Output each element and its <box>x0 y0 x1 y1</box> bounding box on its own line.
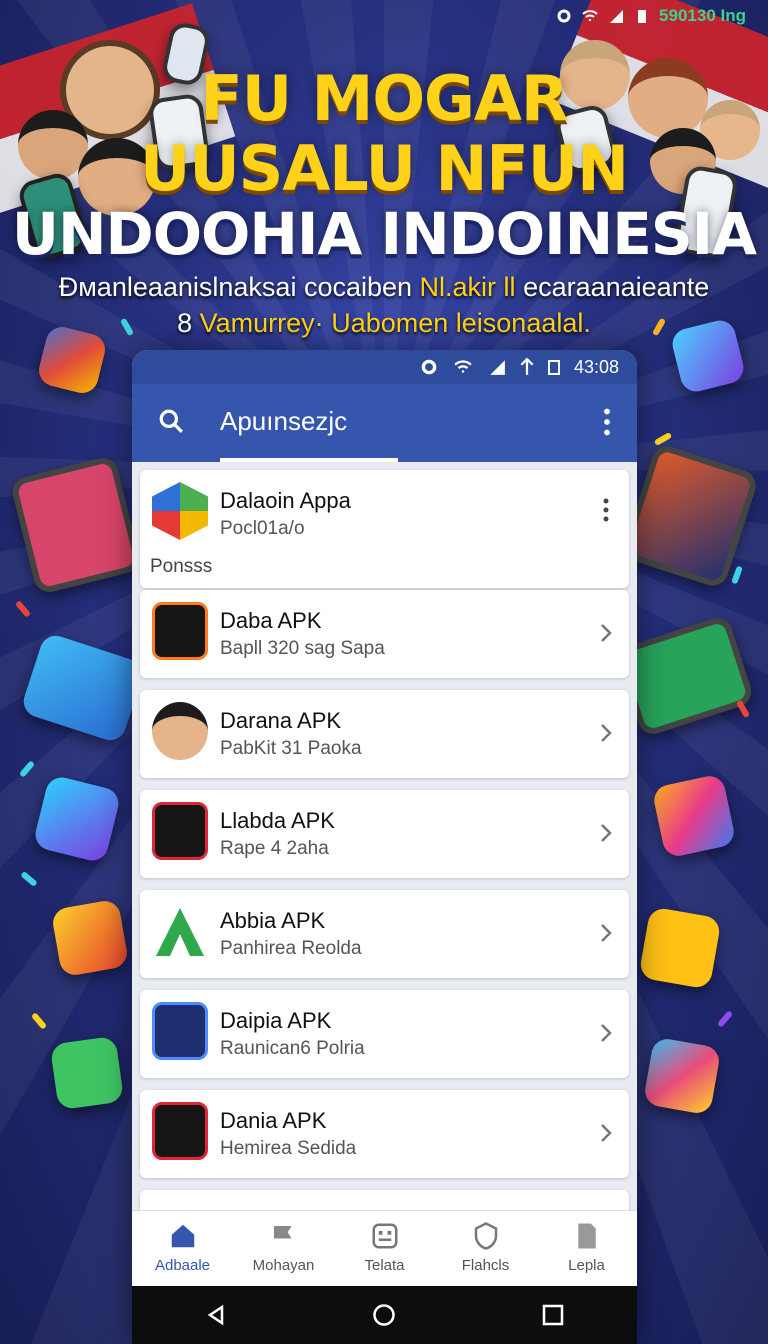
nav-item-2[interactable]: Mohayan <box>233 1211 334 1286</box>
bottom-navigation: Adbaale Mohayan Telata Flahcls Lepla <box>132 1210 637 1286</box>
phone-time: 43:08 <box>573 356 619 377</box>
device-time: 590130 Ing <box>659 6 746 25</box>
floating-app-icon <box>50 898 130 978</box>
app-icon-avatar <box>152 702 208 760</box>
app-icon <box>152 802 208 860</box>
list-item[interactable]: Daba APK Bapll 320 sag Sapa <box>140 590 629 678</box>
signal-icon <box>490 360 505 375</box>
battery-icon <box>638 10 647 23</box>
app-meta: Bapll 320 sag Sapa <box>220 638 385 659</box>
app-icon-green-a <box>156 908 204 956</box>
nav-label: Telata <box>364 1257 405 1274</box>
app-name: Dania APK <box>220 1108 327 1133</box>
list-item[interactable]: Dania APK Hemirea Sedida <box>140 1090 629 1178</box>
chevron-right-icon <box>601 1124 612 1142</box>
app-name: Darana APK <box>220 708 342 733</box>
app-name: Dalaoin Appa <box>220 488 351 513</box>
nav-item-3[interactable]: Telata <box>334 1211 435 1286</box>
shield-icon <box>474 1222 497 1250</box>
search-icon[interactable] <box>158 408 184 434</box>
app-bar: Apuınsezjc <box>132 384 637 462</box>
app-meta: PabKit 31 Paoka <box>220 738 362 759</box>
phone-status-bar: 43:08 <box>132 350 637 384</box>
nav-label: Flahcls <box>461 1257 510 1274</box>
nav-label: Adbaale <box>154 1257 211 1274</box>
app-name: Llabda APK <box>220 808 335 833</box>
app-bar-title: Apuınsezjc <box>220 406 348 436</box>
app-meta: Pocl01a/o <box>220 518 305 539</box>
nav-item-5[interactable]: Lepla <box>536 1211 637 1286</box>
app-icon <box>152 1002 208 1060</box>
grid-icon <box>372 1223 397 1249</box>
settings-icon <box>557 9 571 23</box>
hero-title-line3: UNDOOHIA INDOINESIA <box>11 200 757 268</box>
hero-title-line2: UUSALU NFUN <box>139 132 629 205</box>
floating-app-icon <box>651 773 737 859</box>
device-status-bar: 590130 Ing <box>555 6 746 26</box>
hero-title-line1: FU MOGAR <box>200 62 568 135</box>
floating-app-icon <box>642 1036 722 1116</box>
app-icon <box>152 602 208 660</box>
app-meta: Raunican6 Polria <box>220 1038 365 1059</box>
tab-indicator <box>220 458 398 462</box>
wifi-icon <box>454 360 472 373</box>
settings-icon <box>421 359 437 375</box>
list-item[interactable]: Daipia APK Raunican6 Polria <box>140 990 629 1078</box>
app-meta: Hemirea Sedida <box>220 1138 357 1159</box>
chevron-right-icon <box>601 824 612 842</box>
nav-item-4[interactable]: Flahcls <box>435 1211 536 1286</box>
file-icon <box>577 1223 596 1249</box>
more-vert-icon[interactable] <box>603 498 609 522</box>
home-icon <box>171 1224 194 1248</box>
app-extra: Ponsss <box>150 556 213 577</box>
list-item[interactable]: Abbia APK Panhirea Reolda <box>140 890 629 978</box>
list-item[interactable]: Llabda APK Rape 4 2aha <box>140 790 629 878</box>
wifi-icon <box>582 10 598 21</box>
chevron-right-icon <box>601 924 612 942</box>
app-name: Daba APK <box>220 608 322 633</box>
signal-icon <box>610 10 624 23</box>
chevron-right-icon <box>601 624 612 642</box>
list-item[interactable]: Dalaoin Appa Pocl01a/o Ponsss <box>140 470 629 588</box>
chevron-right-icon <box>601 724 612 742</box>
app-name: Daipia APK <box>220 1008 332 1033</box>
app-meta: Rape 4 2aha <box>220 838 329 859</box>
app-icon-hexagon <box>152 482 208 540</box>
chevron-right-icon <box>601 1024 612 1042</box>
floating-app-icon <box>638 906 722 990</box>
battery-icon <box>547 360 560 375</box>
hero-subtitle-1: Đмanleaanislnaksai cocaiben Nl.akir ll e… <box>58 272 710 302</box>
app-meta: Panhirea Reolda <box>220 938 362 959</box>
nav-label: Lepla <box>568 1257 605 1274</box>
floating-app-icon <box>49 1035 125 1111</box>
arrow-up-icon <box>520 358 534 375</box>
app-name: Abbia APK <box>220 908 326 933</box>
recents-icon[interactable] <box>542 1304 564 1326</box>
home-circle-icon[interactable] <box>372 1303 396 1327</box>
phone-screen: 43:08 Apuınsezjc Dalaoin Appa Pocl01a/o … <box>132 350 637 1344</box>
nav-item-home[interactable]: Adbaale <box>132 1211 233 1286</box>
more-vert-icon[interactable] <box>603 408 611 436</box>
system-navigation-bar <box>132 1286 637 1344</box>
nav-label: Mohayan <box>252 1257 315 1274</box>
list-item[interactable]: Darana APK PabKit 31 Paoka <box>140 690 629 778</box>
back-icon[interactable] <box>205 1304 227 1326</box>
flag-icon <box>273 1224 291 1248</box>
app-icon <box>152 1102 208 1160</box>
